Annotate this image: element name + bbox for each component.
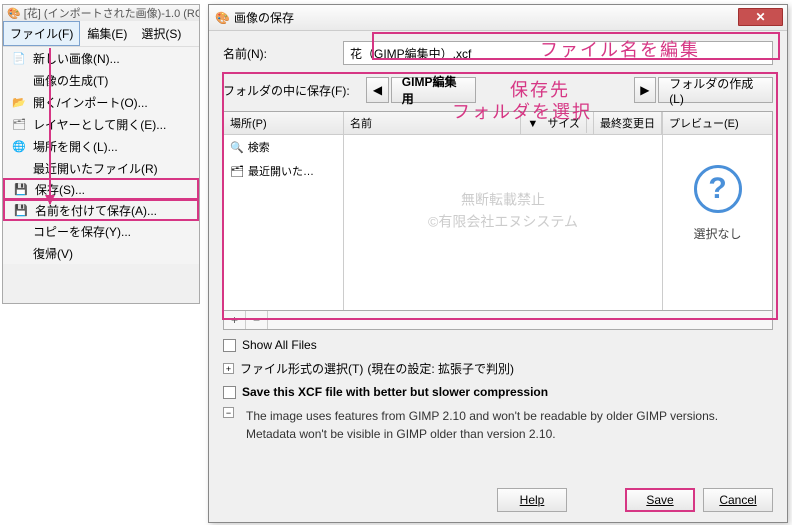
menu-item-icon: 📄 [11,50,27,66]
dialog-buttons: Save Cancel [617,488,773,512]
menu-item-icon [11,160,27,176]
compression-row[interactable]: Save this XCF file with better but slowe… [223,385,773,399]
menu-item[interactable]: 画像の生成(T) [3,69,199,91]
menu-edit[interactable]: 編集(E) [80,21,134,46]
metadata-text: The image uses features from GIMP 2.10 a… [246,407,718,443]
menu-item-icon: 💾 [13,181,29,197]
annot-choosefolder: フォルダを選択 [452,98,592,124]
name-label: 名前(N): [223,45,343,62]
menu-item-icon: 🌐 [11,138,27,154]
dialog-titlebar: 🎨 画像の保存 ✕ [209,5,787,31]
show-all-row[interactable]: Show All Files [223,338,773,352]
menu-item-icon: 📂 [11,94,27,110]
metadata-expander[interactable]: − [223,407,234,418]
menu-item-label: 保存(S)... [35,181,85,198]
filetype-expander[interactable]: + [223,363,234,374]
menu-item-icon [11,245,27,261]
gimp-main-window: 🎨 [花] (インポートされた画像)-1.0 (RGB ファイル(F) 編集(E… [2,4,200,304]
dialog-title-text: 画像の保存 [234,9,294,26]
save-button[interactable]: Save [625,488,695,512]
menu-item-label: 画像の生成(T) [33,72,108,89]
window-title: 🎨 [花] (インポートされた画像)-1.0 (RGB [3,5,199,21]
menu-item-label: 復帰(V) [33,245,73,262]
menu-item-label: 最近開いたファイル(R) [33,160,158,177]
menu-item-icon [11,72,27,88]
filetype-hint: (現在の設定: 拡張子で判別) [367,360,514,377]
menu-item[interactable]: コピーを保存(Y)... [3,220,199,242]
help-button[interactable]: Help [497,488,567,512]
menu-item[interactable]: 💾名前を付けて保存(A)... [3,199,199,221]
annot-filename: ファイル名を編集 [540,36,700,62]
menu-item[interactable]: 🌐 場所を開く(L)... [3,135,199,157]
annotation-arrow [49,48,51,204]
save-label: Save [646,493,673,507]
menu-item-icon: 💾 [13,202,29,218]
metadata-note-row: − The image uses features from GIMP 2.10… [223,407,773,443]
menu-item-label: コピーを保存(Y)... [33,223,131,240]
menu-item[interactable]: 🗂 レイヤーとして開く(E)... [3,113,199,135]
menubar: ファイル(F) 編集(E) 選択(S) [3,21,199,47]
filetype-label: ファイル形式の選択(T) [240,360,363,377]
menu-file[interactable]: ファイル(F) [3,21,80,46]
menu-item-label: レイヤーとして開く(E)... [33,116,166,133]
file-menu-dropdown: 📄 新しい画像(N)... 画像の生成(T) 📂開く/インポート(O)... 🗂 レイヤー… [3,47,199,264]
menu-select[interactable]: 選択(S) [134,21,188,46]
menu-item-label: 新しい画像(N)... [33,50,120,67]
menu-item-icon [11,223,27,239]
menu-item[interactable]: 💾 保存(S)... [3,178,199,200]
menu-item[interactable]: 📂開く/インポート(O)... [3,91,199,113]
compression-checkbox[interactable] [223,386,236,399]
menu-item[interactable]: 復帰(V) [3,242,199,264]
show-all-checkbox[interactable] [223,339,236,352]
gimp-icon: 🎨 [215,11,230,25]
menu-item-icon: 🗂 [11,116,27,132]
show-all-label: Show All Files [242,338,317,352]
help-label: Help [520,493,545,507]
compression-label: Save this XCF file with better but slowe… [242,385,548,399]
menu-item[interactable]: 📄 新しい画像(N)... [3,47,199,69]
cancel-button[interactable]: Cancel [703,488,773,512]
cancel-label: Cancel [719,493,756,507]
close-button[interactable]: ✕ [738,8,783,26]
menu-item[interactable]: 最近開いたファイル(R) [3,157,199,179]
filetype-row[interactable]: + ファイル形式の選択(T) (現在の設定: 拡張子で判別) [223,360,773,377]
menu-item-label: 場所を開く(L)... [33,138,118,155]
